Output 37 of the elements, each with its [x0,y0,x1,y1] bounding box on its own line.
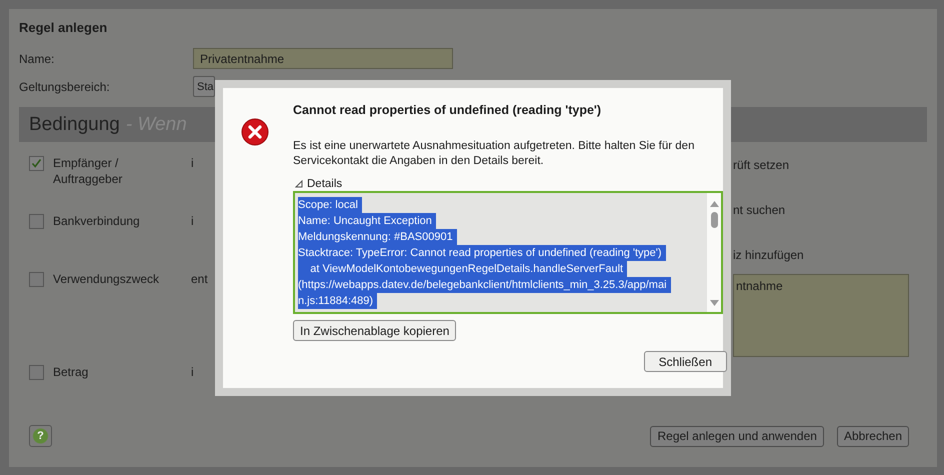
section-title: Bedingung [29,114,120,136]
scrollbar[interactable] [707,193,721,312]
option-label: rüft setzen [733,157,790,173]
option-label: iz hinzufügen [733,247,804,263]
condition-value: ent [191,271,208,287]
copy-button[interactable]: In Zwischenablage kopieren [293,320,456,341]
name-field[interactable]: Privatentnahme [193,48,453,69]
error-icon [241,118,269,146]
scope-label: Geltungsbereich: [19,80,111,94]
name-label: Name: [19,52,56,66]
condition-label: Empfänger / Auftraggeber [53,155,124,187]
checkbox[interactable] [29,365,44,380]
condition-label: Bankverbindung [53,213,141,229]
expander-icon[interactable] [295,180,303,188]
details-label[interactable]: Details [307,178,342,190]
condition-value: i [191,155,194,171]
footer-button[interactable]: Regel anlegen und anwenden [650,426,824,446]
dialog-title: Cannot read properties of undefined (reading 'type') [293,103,602,117]
condition-value: i [191,364,194,380]
checkbox[interactable] [29,214,44,229]
note-field[interactable]: ntnahme [733,274,909,357]
close-button[interactable]: Schließen [644,351,727,372]
scroll-up-icon[interactable] [710,201,718,207]
checkbox[interactable] [29,272,44,287]
condition-label: Betrag [53,364,90,380]
condition-value: i [191,213,194,229]
window-title: Regel anlegen [19,20,108,35]
condition-label: Verwendungszweck [53,271,160,287]
scroll-thumb[interactable] [710,212,718,228]
checkbox[interactable] [29,156,44,171]
footer-button[interactable]: Abbrechen [836,426,909,446]
scroll-down-icon[interactable] [710,300,718,306]
help-button[interactable]: ? [29,425,52,447]
scope-button[interactable]: Sta [193,76,215,97]
details-text-area[interactable] [293,191,723,314]
dialog-message: Es ist eine unerwartete Ausnahmesituation aufgetreten. Bitte halten Sie für den Servicekontakt die Angaben in den Details bereit. [293,139,696,169]
option-label: nt suchen [733,202,786,218]
